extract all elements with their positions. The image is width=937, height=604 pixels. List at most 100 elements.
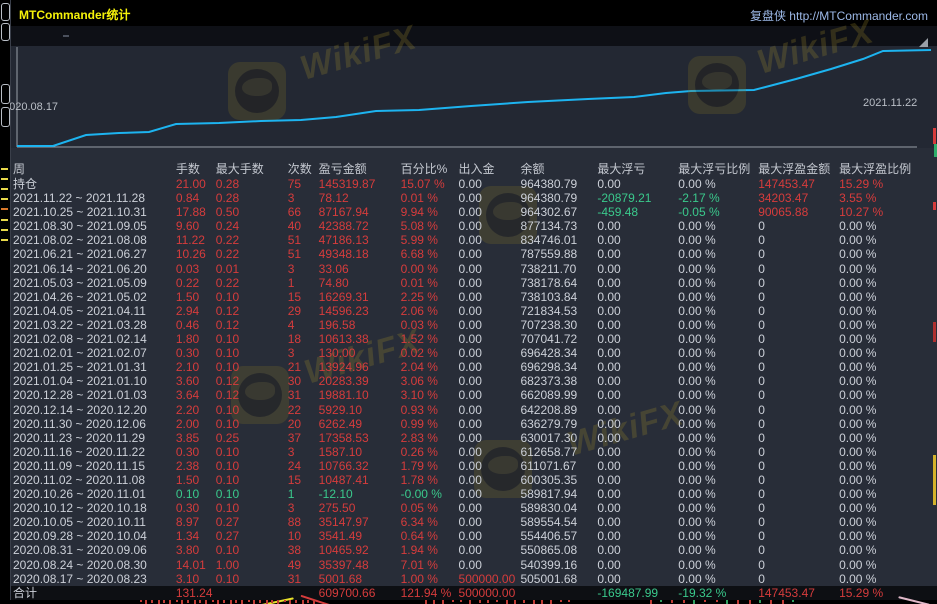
cell-max-lots: 0.28 xyxy=(216,191,288,205)
cell-max-float-loss: 0.00 xyxy=(597,445,678,459)
table-row[interactable]: 2021.06.14 ~ 2021.06.20 0.03 0.01 3 33.0… xyxy=(11,262,937,276)
cell-lots: 1.50 xyxy=(176,290,216,304)
table-row[interactable]: 2020.10.26 ~ 2020.11.01 0.10 0.10 1 -12.… xyxy=(11,487,937,501)
menu-item[interactable] xyxy=(173,35,179,37)
table-row[interactable]: 2021.01.04 ~ 2021.01.10 3.60 0.12 30 202… xyxy=(11,374,937,388)
cell-pl-amount: 5001.68 xyxy=(319,572,401,586)
cell-week: 2020.11.09 ~ 2020.11.15 xyxy=(11,459,176,473)
cell-lots: 9.60 xyxy=(176,219,216,233)
table-row[interactable]: 2020.08.24 ~ 2020.08.30 14.01 1.00 49 35… xyxy=(11,558,937,572)
cell-percent: 0.01 % xyxy=(401,276,459,290)
edge-marker xyxy=(933,322,936,342)
table-row[interactable]: 2020.10.05 ~ 2020.10.11 8.97 0.27 88 351… xyxy=(11,515,937,529)
cell-count: 3 xyxy=(288,501,319,515)
table-row[interactable]: 2021.04.26 ~ 2021.05.02 1.50 0.10 15 162… xyxy=(11,290,937,304)
menu-item[interactable] xyxy=(85,35,91,37)
cell-max-float-loss: 0.00 xyxy=(597,318,678,332)
table-row[interactable]: 2021.01.25 ~ 2021.01.31 2.10 0.10 21 139… xyxy=(11,360,937,374)
cell-percent: 3.06 % xyxy=(401,374,459,388)
table-row[interactable]: 2021.02.01 ~ 2021.02.07 0.30 0.10 3 130.… xyxy=(11,346,937,360)
cell-balance: 550865.08 xyxy=(520,543,597,557)
table-row[interactable]: 2020.12.28 ~ 2021.01.03 3.64 0.12 31 198… xyxy=(11,388,937,402)
table-row[interactable]: 2020.08.17 ~ 2020.08.23 3.10 0.10 31 500… xyxy=(11,572,937,586)
cell-count: 4 xyxy=(288,318,319,332)
cell-max-lots: 0.10 xyxy=(216,572,288,586)
cell-lots: 131.24 xyxy=(176,586,216,600)
table-row[interactable]: 2021.05.03 ~ 2021.05.09 0.22 0.22 1 74.8… xyxy=(11,276,937,290)
cell-max-float-profit: 0 xyxy=(758,346,839,360)
cell-max-float-profit-pct: 0.00 % xyxy=(839,543,937,557)
cell-max-float-profit: 0 xyxy=(758,417,839,431)
cell-percent: -0.00 % xyxy=(401,487,459,501)
table-row[interactable]: 2021.11.22 ~ 2021.11.28 0.84 0.28 3 78.1… xyxy=(11,191,937,205)
cell-week: 持仓 xyxy=(11,177,176,191)
cell-percent: 5.08 % xyxy=(401,219,459,233)
cell-lots: 0.03 xyxy=(176,262,216,276)
cell-max-lots: 0.22 xyxy=(216,233,288,247)
cell-max-lots: 0.10 xyxy=(216,360,288,374)
table-row[interactable]: 合计 131.24 609700.66 121.94 % 500000.00 -… xyxy=(11,586,937,600)
cell-max-lots: 0.22 xyxy=(216,247,288,261)
menu-item[interactable] xyxy=(63,35,69,37)
table-row[interactable]: 2021.03.22 ~ 2021.03.28 0.46 0.12 4 196.… xyxy=(11,318,937,332)
menu-item[interactable] xyxy=(195,35,201,37)
cell-max-lots: 0.10 xyxy=(216,332,288,346)
cell-max-lots: 0.12 xyxy=(216,318,288,332)
table-row[interactable]: 2020.10.12 ~ 2020.10.18 0.30 0.10 3 275.… xyxy=(11,501,937,515)
table-row[interactable]: 2021.06.21 ~ 2021.06.27 10.26 0.22 51 49… xyxy=(11,247,937,261)
cell-max-float-profit: 0 xyxy=(758,388,839,402)
header-max-lots: 最大手数 xyxy=(216,162,288,177)
table-row[interactable]: 2020.11.09 ~ 2020.11.15 2.38 0.10 24 107… xyxy=(11,459,937,473)
table-row[interactable]: 2020.12.14 ~ 2020.12.20 2.20 0.10 22 592… xyxy=(11,403,937,417)
cell-max-float-profit-pct: 0.00 % xyxy=(839,262,937,276)
cell-max-float-loss: 0.00 xyxy=(597,487,678,501)
cell-deposit-withdraw: 0.00 xyxy=(459,558,521,572)
table-row[interactable]: 2020.11.23 ~ 2020.11.29 3.85 0.25 37 173… xyxy=(11,431,937,445)
table-row[interactable]: 2020.11.16 ~ 2020.11.22 0.30 0.10 3 1587… xyxy=(11,445,937,459)
table-row[interactable]: 2020.11.02 ~ 2020.11.08 1.50 0.10 15 104… xyxy=(11,473,937,487)
table-row[interactable]: 2021.10.25 ~ 2021.10.31 17.88 0.50 66 87… xyxy=(11,205,937,219)
menu-item[interactable] xyxy=(41,35,47,37)
table-row[interactable]: 2021.08.02 ~ 2021.08.08 11.22 0.22 51 47… xyxy=(11,233,937,247)
cell-count: 66 xyxy=(288,205,319,219)
cell-week: 2020.08.24 ~ 2020.08.30 xyxy=(11,558,176,572)
cell-balance: 964380.79 xyxy=(520,177,597,191)
table-row[interactable]: 2021.02.08 ~ 2021.02.14 1.80 0.10 18 106… xyxy=(11,332,937,346)
cell-max-float-loss-pct: 0.00 % xyxy=(678,487,758,501)
menu-item[interactable] xyxy=(151,35,157,37)
cell-max-float-loss-pct: 0.00 % xyxy=(678,543,758,557)
cell-percent: 7.01 % xyxy=(401,558,459,572)
table-row[interactable]: 持仓 21.00 0.28 75 145319.87 15.07 % 0.00 … xyxy=(11,177,937,191)
cell-lots: 2.10 xyxy=(176,360,216,374)
table-row[interactable]: 2020.08.31 ~ 2020.09.06 3.80 0.10 38 104… xyxy=(11,543,937,557)
cell-max-float-profit-pct: 0.00 % xyxy=(839,290,937,304)
cell-max-float-loss: -459.48 xyxy=(597,205,678,219)
cell-week: 2021.01.25 ~ 2021.01.31 xyxy=(11,360,176,374)
cell-max-float-profit-pct: 0.00 % xyxy=(839,417,937,431)
cell-balance: 738178.64 xyxy=(520,276,597,290)
cell-percent: 0.01 % xyxy=(401,191,459,205)
edge-marker xyxy=(1,198,8,200)
table-row[interactable]: 2021.04.05 ~ 2021.04.11 2.94 0.12 29 145… xyxy=(11,304,937,318)
cell-pl-amount: 17358.53 xyxy=(319,431,401,445)
cell-max-lots: 0.24 xyxy=(216,219,288,233)
header-max-float-profit: 最大浮盈金额 xyxy=(758,162,839,177)
table-row[interactable]: 2020.09.28 ~ 2020.10.04 1.34 0.27 10 354… xyxy=(11,529,937,543)
cell-deposit-withdraw: 0.00 xyxy=(459,473,521,487)
cell-max-float-loss: -169487.99 xyxy=(597,586,678,600)
cell-count: 51 xyxy=(288,247,319,261)
cell-pl-amount: 130.00 xyxy=(319,346,401,360)
header-max-float-loss: 最大浮亏 xyxy=(597,162,678,177)
resize-grip-icon[interactable] xyxy=(919,38,928,47)
cell-lots: 2.38 xyxy=(176,459,216,473)
cell-percent: 6.34 % xyxy=(401,515,459,529)
cell-max-float-loss-pct: 0.00 % xyxy=(678,473,758,487)
menu-item[interactable] xyxy=(217,35,223,37)
menu-item[interactable] xyxy=(129,35,135,37)
menu-item[interactable] xyxy=(107,35,113,37)
table-row[interactable]: 2020.11.30 ~ 2020.12.06 2.00 0.10 20 626… xyxy=(11,417,937,431)
cell-max-float-loss: 0.00 xyxy=(597,515,678,529)
table-row[interactable]: 2021.08.30 ~ 2021.09.05 9.60 0.24 40 423… xyxy=(11,219,937,233)
cell-balance: 589830.04 xyxy=(520,501,597,515)
menu-item[interactable] xyxy=(19,35,25,37)
